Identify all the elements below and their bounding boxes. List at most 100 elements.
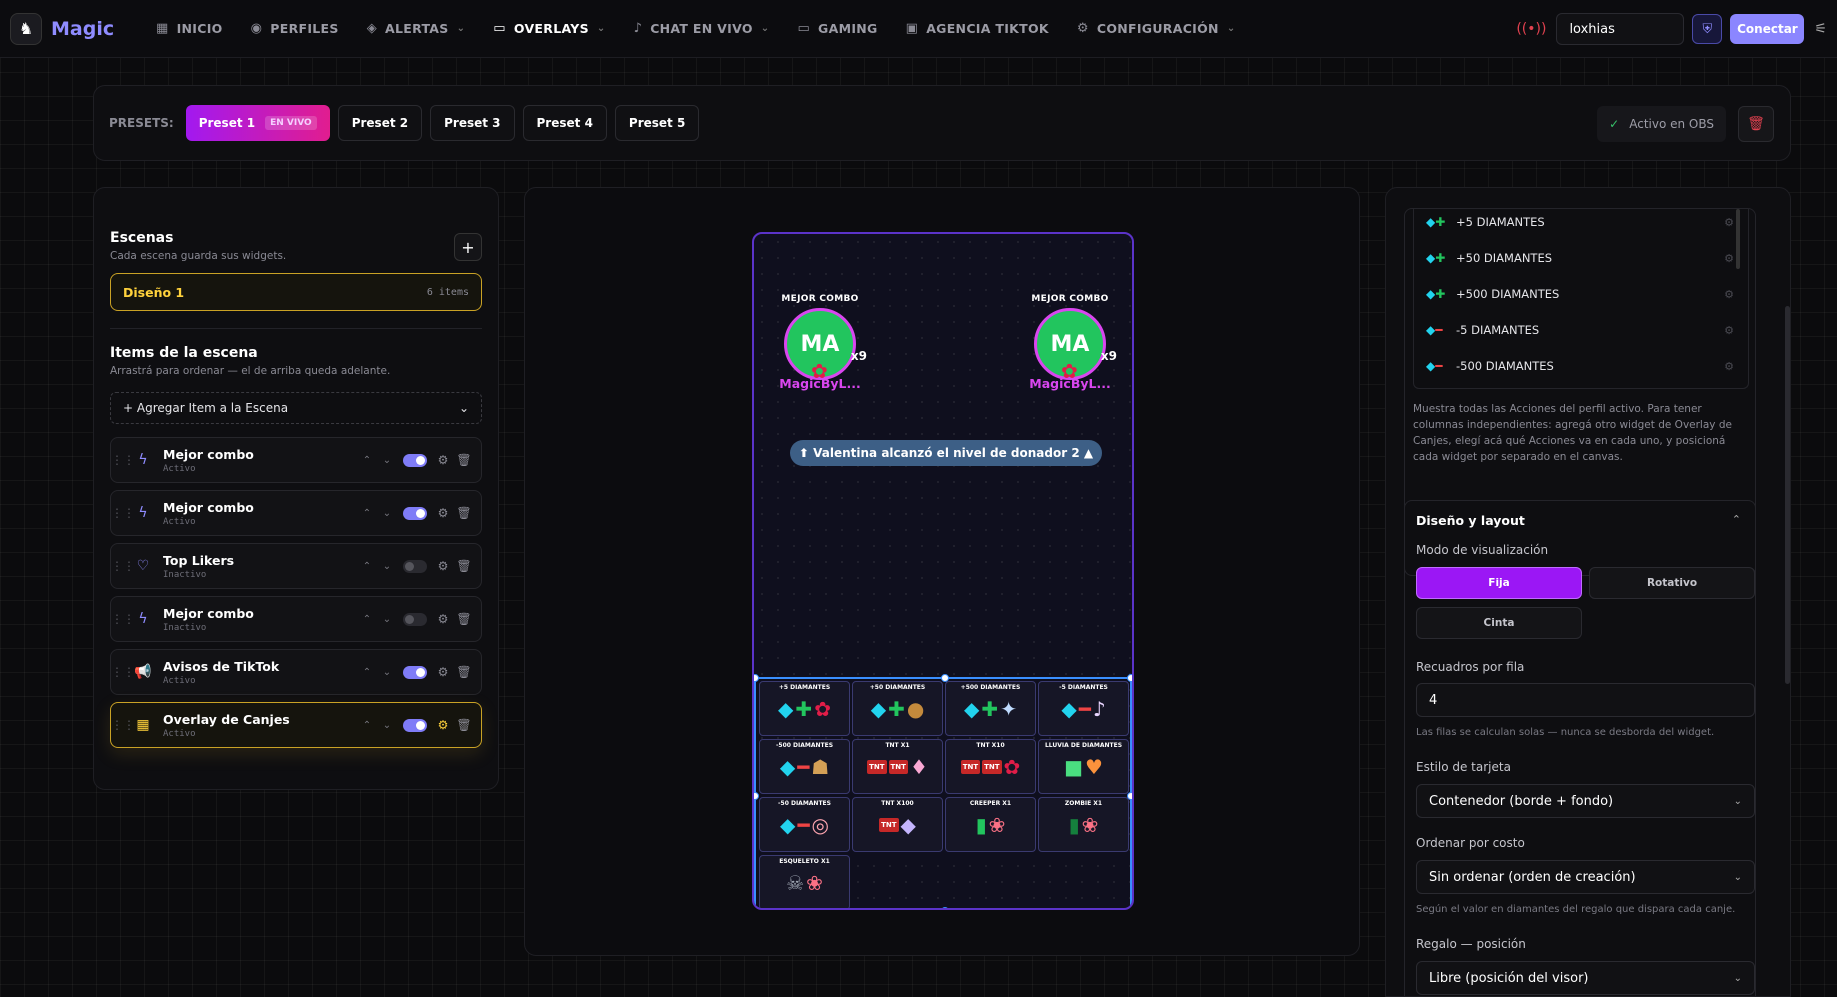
- move-up-icon[interactable]: ⌃: [357, 508, 377, 519]
- move-up-icon[interactable]: ⌃: [357, 614, 377, 625]
- move-down-icon[interactable]: ⌄: [377, 508, 397, 519]
- rose-icon: ✿: [1061, 359, 1078, 383]
- action-row[interactable]: ◆✚ +50 DIAMANTES ⚙: [1426, 247, 1734, 269]
- move-down-icon[interactable]: ⌄: [377, 614, 397, 625]
- move-down-icon[interactable]: ⌄: [377, 720, 397, 731]
- drag-handle-icon[interactable]: ⋮⋮: [111, 506, 135, 520]
- scene-item-row[interactable]: ⋮⋮ ϟ Mejor combo Activo ⌃ ⌄ ⚙ 🗑: [110, 490, 482, 536]
- username-input[interactable]: [1556, 13, 1685, 45]
- nav-configuracion[interactable]: ⚙ CONFIGURACIÓN ⌄: [1063, 0, 1250, 58]
- connect-button[interactable]: Conectar: [1730, 14, 1805, 44]
- delete-preset-button[interactable]: 🗑: [1738, 106, 1774, 142]
- best-combo-widget[interactable]: MEJOR COMBO MA x9 ✿ MagicByL...: [760, 294, 880, 391]
- resize-handle[interactable]: [1127, 674, 1132, 682]
- scene-item-row[interactable]: ⋮⋮ ϟ Mejor combo Inactivo ⌃ ⌄ ⚙ 🗑: [110, 596, 482, 642]
- action-name: +50 DIAMANTES: [1456, 251, 1553, 265]
- trash-icon[interactable]: 🗑: [453, 559, 475, 573]
- item-toggle[interactable]: [403, 453, 427, 467]
- preset-3-button[interactable]: Preset 3: [430, 105, 515, 141]
- move-down-icon[interactable]: ⌄: [377, 667, 397, 678]
- scene-item-row[interactable]: ⋮⋮ ♡ Top Likers Inactivo ⌃ ⌄ ⚙ 🗑: [110, 543, 482, 589]
- move-up-icon[interactable]: ⌃: [357, 561, 377, 572]
- app-logo[interactable]: ♞ Magic: [10, 12, 130, 45]
- layout-section-title[interactable]: Diseño y layout: [1416, 513, 1525, 528]
- drag-handle-icon[interactable]: ⋮⋮: [111, 665, 135, 679]
- mode-cinta-button[interactable]: Cinta: [1416, 607, 1582, 639]
- card-style-select[interactable]: Contenedor (borde + fondo) ⌄: [1416, 784, 1755, 818]
- add-item-select[interactable]: + Agregar Item a la Escena ⌄: [110, 392, 482, 424]
- panel-scrollbar[interactable]: [1785, 306, 1790, 684]
- item-toggle[interactable]: [403, 559, 427, 573]
- nav-overlays[interactable]: ▭ OVERLAYS ⌄: [479, 0, 619, 58]
- scene-item-row-selected[interactable]: ⋮⋮ ▦ Overlay de Canjes Activo ⌃ ⌄ ⚙ 🗑: [110, 702, 482, 748]
- nav-inicio[interactable]: ▦ INICIO: [142, 0, 237, 58]
- gear-icon[interactable]: ⚙: [1724, 360, 1734, 373]
- combo-title: MEJOR COMBO: [781, 294, 859, 304]
- preset-2-button[interactable]: Preset 2: [337, 105, 423, 141]
- best-combo-widget[interactable]: MEJOR COMBO MA x9 ✿ MagicByL...: [1010, 294, 1130, 391]
- action-row[interactable]: ◆━ -500 DIAMANTES ⚙: [1426, 355, 1734, 377]
- drag-handle-icon[interactable]: ⋮⋮: [111, 453, 135, 467]
- move-up-icon[interactable]: ⌃: [357, 667, 377, 678]
- trash-icon[interactable]: 🗑: [453, 506, 475, 520]
- shield-button[interactable]: ⛨: [1692, 14, 1723, 44]
- preset-5-button[interactable]: Preset 5: [614, 105, 700, 141]
- trash-icon[interactable]: 🗑: [453, 718, 475, 732]
- item-toggle[interactable]: [403, 718, 427, 732]
- trash-icon[interactable]: 🗑: [453, 665, 475, 679]
- nav-alertas[interactable]: ◈ ALERTAS ⌄: [353, 0, 480, 58]
- trash-icon[interactable]: 🗑: [453, 453, 475, 467]
- add-scene-button[interactable]: +: [454, 233, 482, 261]
- item-toggle[interactable]: [403, 506, 427, 520]
- drag-handle-icon[interactable]: ⋮⋮: [111, 718, 135, 732]
- action-row[interactable]: ◆✚ +500 DIAMANTES ⚙: [1426, 283, 1734, 305]
- resize-handle[interactable]: [941, 907, 949, 908]
- actions-list[interactable]: ◆✚ +5 DIAMANTES ⚙ ◆✚ +50 DIAMANTES ⚙ ◆✚ +500 …: [1413, 209, 1749, 389]
- move-up-icon[interactable]: ⌃: [357, 720, 377, 731]
- action-row[interactable]: ◆━ -5 DIAMANTES ⚙: [1426, 319, 1734, 341]
- drag-handle-icon[interactable]: ⋮⋮: [111, 612, 135, 626]
- nav-agencia-tiktok[interactable]: ▣ AGENCIA TIKTOK: [892, 0, 1063, 58]
- overlay-canvas[interactable]: MEJOR COMBO MA x9 ✿ MagicByL... MEJOR CO…: [752, 232, 1134, 910]
- sort-select[interactable]: Sin ordenar (orden de creación) ⌄: [1416, 860, 1755, 894]
- resize-handle[interactable]: [754, 792, 759, 800]
- item-toggle[interactable]: [403, 665, 427, 679]
- gear-icon[interactable]: ⚙: [433, 506, 453, 520]
- gear-icon[interactable]: ⚙: [433, 612, 453, 626]
- gear-icon[interactable]: ⚙: [433, 665, 453, 679]
- item-name: Mejor combo: [163, 446, 254, 462]
- preset-1-button[interactable]: Preset 1 EN VIVO: [185, 105, 330, 141]
- gear-icon[interactable]: ⚙: [1724, 252, 1734, 265]
- resize-handle[interactable]: [754, 674, 759, 682]
- trash-icon[interactable]: 🗑: [453, 612, 475, 626]
- gear-icon[interactable]: ⚙: [433, 559, 453, 573]
- gear-icon[interactable]: ⚙: [433, 453, 453, 467]
- action-row[interactable]: ◆✚ +5 DIAMANTES ⚙: [1426, 211, 1734, 233]
- scene-card[interactable]: Diseño 1 6 items: [110, 273, 482, 311]
- tiktok-notice-banner[interactable]: ⬆ Valentina alcanzó el nivel de donador …: [790, 440, 1102, 466]
- item-toggle[interactable]: [403, 612, 427, 626]
- gear-icon[interactable]: ⚙: [433, 718, 453, 732]
- drag-handle-icon[interactable]: ⋮⋮: [111, 559, 135, 573]
- scene-item-row[interactable]: ⋮⋮ ϟ Mejor combo Activo ⌃ ⌄ ⚙ 🗑: [110, 437, 482, 483]
- move-up-icon[interactable]: ⌃: [357, 455, 377, 466]
- nav-perfiles[interactable]: ◉ PERFILES: [237, 0, 353, 58]
- move-down-icon[interactable]: ⌄: [377, 455, 397, 466]
- gift-position-select[interactable]: Libre (posición del visor) ⌄: [1416, 961, 1755, 995]
- scene-item-row[interactable]: ⋮⋮ 📢 Avisos de TikTok Activo ⌃ ⌄ ⚙ 🗑: [110, 649, 482, 695]
- move-down-icon[interactable]: ⌄: [377, 561, 397, 572]
- nav-chat-en-vivo[interactable]: ♪ CHAT EN VIVO ⌄: [620, 0, 784, 58]
- gear-icon[interactable]: ⚙: [1724, 288, 1734, 301]
- gamepad-icon: ▭: [797, 21, 811, 36]
- gear-icon[interactable]: ⚙: [1724, 216, 1734, 229]
- sliders-icon[interactable]: ⚟: [1814, 21, 1827, 37]
- nav-gaming[interactable]: ▭ GAMING: [783, 0, 891, 58]
- mode-rotativo-button[interactable]: Rotativo: [1589, 567, 1755, 599]
- gear-icon[interactable]: ⚙: [1724, 324, 1734, 337]
- boxes-per-row-input[interactable]: 4: [1416, 683, 1755, 717]
- chevron-up-icon[interactable]: ⌃: [1732, 513, 1741, 526]
- mode-fija-button[interactable]: Fija: [1416, 567, 1582, 599]
- redemptions-overlay-widget[interactable]: +5 DIAMANTES ◆ ✚ ✿ +50 DIAMANTES ◆ ✚ ● +500 DI…: [754, 674, 1132, 908]
- preset-4-button[interactable]: Preset 4: [522, 105, 607, 141]
- list-scrollbar[interactable]: [1736, 209, 1740, 269]
